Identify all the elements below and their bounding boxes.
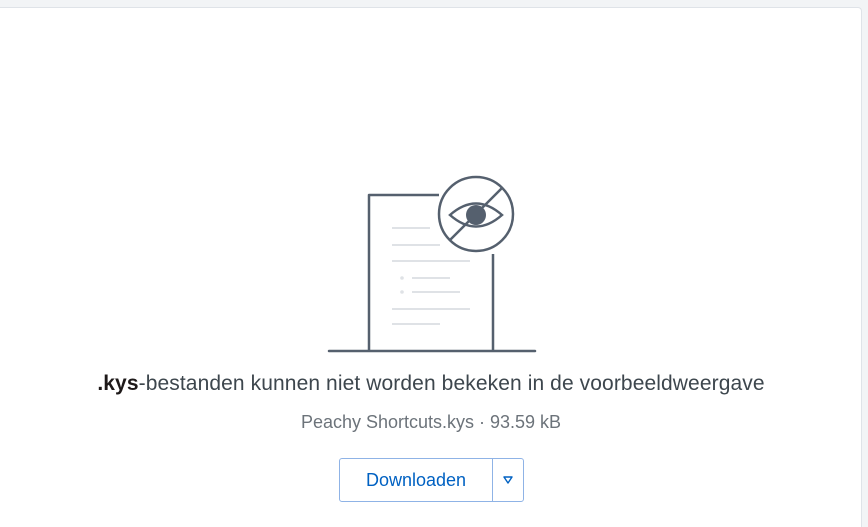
triangle-down-icon	[503, 476, 513, 484]
document-no-preview-icon	[327, 175, 537, 353]
download-button[interactable]: Downloaden	[340, 459, 492, 501]
file-extension: .kys	[97, 372, 139, 395]
file-info: Peachy Shortcuts.kys · 93.59 kB	[300, 412, 562, 432]
download-split-button: Downloaden	[339, 458, 524, 502]
preview-panel: .kys-bestanden kunnen niet worden bekeke…	[0, 7, 862, 527]
no-preview-message: .kys-bestanden kunnen niet worden bekeke…	[0, 372, 862, 396]
download-options-button[interactable]	[493, 459, 523, 501]
no-preview-text: -bestanden kunnen niet worden bekeken in…	[138, 372, 765, 395]
